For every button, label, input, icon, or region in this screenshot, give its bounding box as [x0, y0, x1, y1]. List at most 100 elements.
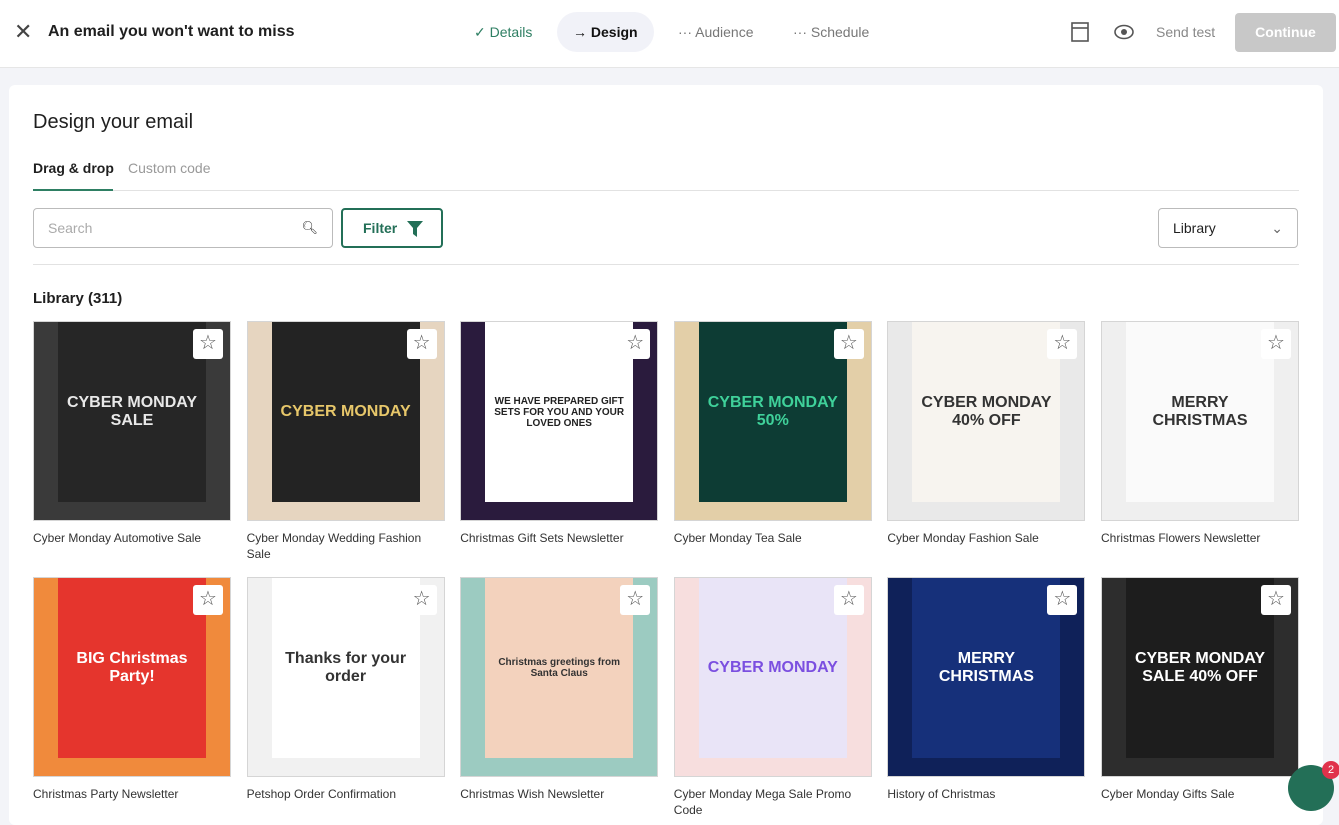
template-thumbnail[interactable]: CYBER MONDAY ☆: [673, 577, 872, 777]
template-name: Christmas Flowers Newsletter: [1101, 531, 1261, 545]
template-thumbnail[interactable]: MERRY CHRISTMAS ☆: [887, 577, 1086, 777]
template-thumbnail[interactable]: Christmas greetings from Santa Claus ☆: [460, 577, 659, 777]
template-name: History of Christmas: [887, 787, 996, 801]
template-thumbnail[interactable]: CYBER MONDAY SALE 40% OFF ☆: [1101, 577, 1299, 777]
template-card[interactable]: CYBER MONDAY SALE ☆ Cyber Monday Automot…: [33, 321, 231, 546]
email-title: An email you won't want to miss: [48, 23, 295, 40]
thumbnail-preview: Christmas greetings from Santa Claus: [485, 578, 634, 758]
search-placeholder: Search: [48, 220, 93, 236]
chat-badge: 2: [1322, 761, 1339, 779]
thumbnail-preview: Thanks for your order: [271, 578, 420, 758]
template-card[interactable]: WE HAVE PREPARED GIFT SETS FOR YOU AND Y…: [460, 321, 659, 546]
layout-icon[interactable]: [1071, 22, 1089, 42]
source-select[interactable]: Library ⌄: [1158, 208, 1298, 248]
favorite-star-icon[interactable]: ☆: [833, 585, 864, 615]
thumbnail-text: CYBER MONDAY: [280, 403, 411, 420]
thumbnail-text: MERRY CHRISTMAS: [938, 650, 1034, 685]
template-thumbnail[interactable]: CYBER MONDAY SALE ☆: [33, 321, 231, 521]
favorite-star-icon[interactable]: ☆: [193, 585, 223, 615]
thumbnail-preview: CYBER MONDAY SALE: [58, 322, 206, 502]
thumbnail-text: WE HAVE PREPARED GIFT SETS FOR YOU AND Y…: [494, 395, 625, 429]
thumbnail-preview: CYBER MONDAY 50%: [698, 322, 847, 502]
thumbnail-preview: WE HAVE PREPARED GIFT SETS FOR YOU AND Y…: [485, 322, 634, 502]
step-details[interactable]: ✓ Details: [458, 12, 548, 52]
template-name: Christmas Gift Sets Newsletter: [460, 531, 624, 545]
favorite-star-icon[interactable]: ☆: [406, 585, 437, 615]
thumbnail-preview: MERRY CHRISTMAS: [1126, 322, 1274, 502]
thumbnail-text: BIG Christmas Party!: [76, 650, 188, 685]
library-title: Library (311): [33, 290, 123, 307]
template-card[interactable]: Thanks for your order ☆ Petshop Order Co…: [246, 577, 445, 802]
thumbnail-text: CYBER MONDAY 40% OFF: [921, 394, 1052, 429]
favorite-star-icon[interactable]: ☆: [1047, 585, 1078, 615]
favorite-star-icon[interactable]: ☆: [1047, 329, 1078, 359]
favorite-star-icon[interactable]: ☆: [1261, 329, 1291, 359]
tab-drag-drop[interactable]: Drag & drop: [33, 160, 114, 176]
template-card[interactable]: MERRY CHRISTMAS ☆ Christmas Flowers News…: [1101, 321, 1299, 546]
favorite-star-icon[interactable]: ☆: [620, 329, 651, 359]
template-card[interactable]: Christmas greetings from Santa Claus ☆ C…: [460, 577, 659, 802]
favorite-star-icon[interactable]: ☆: [833, 329, 864, 359]
design-panel: Design your email Drag & drop Custom cod…: [9, 85, 1323, 825]
template-thumbnail[interactable]: MERRY CHRISTMAS ☆: [1101, 321, 1299, 521]
template-thumbnail[interactable]: CYBER MONDAY ☆: [246, 321, 445, 521]
step-audience[interactable]: ··· Audience: [662, 12, 770, 52]
template-name: Petshop Order Confirmation: [246, 787, 396, 801]
thumbnail-preview: CYBER MONDAY SALE 40% OFF: [1126, 578, 1274, 758]
thumbnail-preview: BIG Christmas Party!: [58, 578, 206, 758]
thumbnail-text: Christmas greetings from Santa Claus: [498, 657, 621, 679]
chat-launcher-button[interactable]: 2: [1288, 761, 1339, 811]
source-select-value: Library: [1173, 220, 1216, 236]
template-thumbnail[interactable]: BIG Christmas Party! ☆: [33, 577, 231, 777]
thumbnail-preview: CYBER MONDAY: [271, 322, 420, 502]
continue-button[interactable]: Continue: [1235, 13, 1336, 52]
template-name: Cyber Monday Fashion Sale: [887, 531, 1039, 545]
step-schedule[interactable]: ··· Schedule: [777, 12, 885, 52]
thumbnail-text: CYBER MONDAY SALE: [66, 394, 198, 429]
check-icon: ✓: [474, 24, 490, 40]
template-card[interactable]: MERRY CHRISTMAS ☆ History of Christmas: [887, 577, 1086, 802]
step-label: Schedule: [810, 24, 870, 40]
favorite-star-icon[interactable]: ☆: [620, 585, 651, 615]
step-label: Design: [590, 24, 638, 40]
thumbnail-text: MERRY CHRISTMAS: [1152, 394, 1248, 429]
preview-eye-icon[interactable]: [1114, 24, 1134, 40]
send-test-button[interactable]: Send test: [1156, 24, 1215, 40]
chevron-down-icon: ⌄: [1271, 220, 1283, 236]
favorite-star-icon[interactable]: ☆: [406, 329, 437, 359]
thumbnail-text: CYBER MONDAY 50%: [707, 394, 838, 429]
thumbnail-text: CYBER MONDAY: [707, 659, 838, 676]
favorite-star-icon[interactable]: ☆: [1261, 585, 1291, 615]
ellipsis-icon: ···: [678, 24, 696, 40]
template-card[interactable]: CYBER MONDAY ☆ Cyber Monday Mega Sale Pr…: [673, 577, 872, 818]
search-input[interactable]: Search 🔍︎: [33, 208, 333, 248]
thumbnail-preview: CYBER MONDAY 40% OFF: [912, 322, 1061, 502]
tab-custom-code[interactable]: Custom code: [128, 160, 210, 176]
template-card[interactable]: BIG Christmas Party! ☆ Christmas Party N…: [33, 577, 231, 802]
template-card[interactable]: CYBER MONDAY 50% ☆ Cyber Monday Tea Sale: [673, 321, 872, 546]
thumbnail-text: CYBER MONDAY SALE 40% OFF: [1134, 650, 1266, 685]
divider: [33, 264, 1299, 265]
close-icon[interactable]: ✕: [14, 21, 32, 43]
template-name: Cyber Monday Wedding Fashion Sale: [246, 531, 422, 561]
template-card[interactable]: CYBER MONDAY SALE 40% OFF ☆ Cyber Monday…: [1101, 577, 1299, 802]
template-thumbnail[interactable]: Thanks for your order ☆: [246, 577, 445, 777]
filter-label: Filter: [363, 220, 398, 236]
favorite-star-icon[interactable]: ☆: [193, 329, 223, 359]
template-card[interactable]: CYBER MONDAY ☆ Cyber Monday Wedding Fash…: [246, 321, 445, 562]
funnel-icon: [407, 221, 423, 237]
template-name: Cyber Monday Gifts Sale: [1101, 787, 1235, 801]
page-title: Design your email: [33, 111, 194, 133]
thumbnail-preview: MERRY CHRISTMAS: [912, 578, 1061, 758]
divider: [33, 190, 1299, 191]
template-name: Cyber Monday Mega Sale Promo Code: [673, 787, 852, 817]
step-design[interactable]: → Design: [557, 12, 654, 52]
template-thumbnail[interactable]: CYBER MONDAY 40% OFF ☆: [887, 321, 1086, 521]
filter-button[interactable]: Filter: [341, 208, 443, 248]
template-thumbnail[interactable]: WE HAVE PREPARED GIFT SETS FOR YOU AND Y…: [460, 321, 659, 521]
template-thumbnail[interactable]: CYBER MONDAY 50% ☆: [673, 321, 872, 521]
search-icon[interactable]: 🔍︎: [301, 209, 318, 247]
active-tab-indicator: [33, 189, 113, 191]
template-card[interactable]: CYBER MONDAY 40% OFF ☆ Cyber Monday Fash…: [887, 321, 1086, 546]
step-label: Audience: [695, 24, 754, 40]
